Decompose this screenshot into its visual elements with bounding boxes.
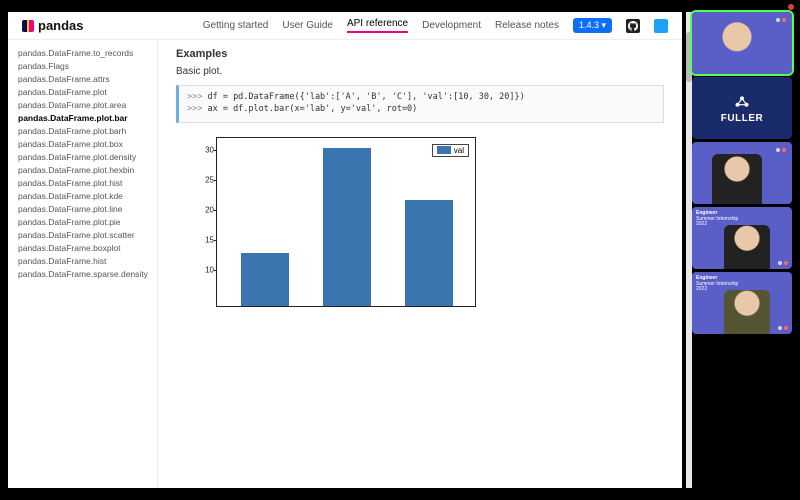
- top-nav: Getting started User Guide API reference…: [203, 18, 668, 33]
- sidebar-item[interactable]: pandas.DataFrame.attrs: [18, 72, 157, 85]
- video-call-panel: FULLER Engineer Summer Internship 2022 E…: [692, 12, 792, 488]
- legend-swatch: [437, 146, 451, 154]
- window-close-icon[interactable]: [788, 4, 794, 10]
- bar-A: [241, 253, 289, 306]
- chart-legend: val: [432, 144, 469, 157]
- pandas-logo[interactable]: pandas: [22, 18, 84, 33]
- avatar: [724, 290, 770, 334]
- avatar: [712, 154, 762, 204]
- pandas-logo-icon: [22, 20, 34, 32]
- sidebar-item[interactable]: pandas.DataFrame.plot.box: [18, 137, 157, 150]
- nav-development[interactable]: Development: [422, 20, 481, 31]
- code-block[interactable]: >>> df = pd.DataFrame({'lab':['A', 'B', …: [176, 85, 664, 123]
- section-heading: Examples: [176, 48, 664, 60]
- sidebar-item[interactable]: pandas.DataFrame.plot.scatter: [18, 228, 157, 241]
- bar-C: [405, 200, 453, 306]
- sidebar-item[interactable]: pandas.DataFrame.boxplot: [18, 241, 157, 254]
- sidebar-item-selected[interactable]: pandas.DataFrame.plot.bar: [18, 111, 157, 124]
- section-subtitle: Basic plot.: [176, 66, 664, 77]
- legend-label: val: [454, 146, 464, 155]
- sidebar-item[interactable]: pandas.DataFrame.plot.area: [18, 98, 157, 111]
- nav-user-guide[interactable]: User Guide: [282, 20, 333, 31]
- sidebar-item[interactable]: pandas.DataFrame.plot.line: [18, 202, 157, 215]
- nav-getting-started[interactable]: Getting started: [203, 20, 269, 31]
- sidebar-item[interactable]: pandas.DataFrame.plot.hist: [18, 176, 157, 189]
- participant-tile-logo[interactable]: FULLER: [692, 77, 792, 139]
- avatar: [724, 225, 770, 269]
- sidebar-item[interactable]: pandas.Flags: [18, 59, 157, 72]
- doc-body: pandas.DataFrame.to_records pandas.Flags…: [8, 40, 682, 488]
- version-dropdown[interactable]: 1.4.3 ▾: [573, 18, 612, 33]
- sidebar-item[interactable]: pandas.DataFrame.plot.hexbin: [18, 163, 157, 176]
- participant-tile[interactable]: [692, 142, 792, 204]
- bar-B: [323, 148, 371, 306]
- chart-container: val 30 25 20 15 10: [216, 137, 664, 307]
- brand-text: pandas: [38, 18, 84, 33]
- participant-tile[interactable]: Engineer Summer Internship 2022: [692, 207, 792, 269]
- api-sidebar: pandas.DataFrame.to_records pandas.Flags…: [8, 40, 158, 488]
- sidebar-item[interactable]: pandas.DataFrame.plot: [18, 85, 157, 98]
- participant-tile[interactable]: Engineer Summer Internship 2022: [692, 272, 792, 334]
- sidebar-item[interactable]: pandas.DataFrame.plot.density: [18, 150, 157, 163]
- browser-window: pandas Getting started User Guide API re…: [8, 12, 682, 488]
- github-icon[interactable]: [626, 19, 640, 33]
- sidebar-item[interactable]: pandas.DataFrame.to_records: [18, 46, 157, 59]
- logo-text: FULLER: [721, 113, 763, 124]
- participant-tile[interactable]: [692, 12, 792, 74]
- bar-chart: val 30 25 20 15 10: [216, 137, 476, 307]
- sidebar-item[interactable]: pandas.DataFrame.plot.pie: [18, 215, 157, 228]
- sidebar-item[interactable]: pandas.DataFrame.plot.kde: [18, 189, 157, 202]
- stage: pandas Getting started User Guide API re…: [0, 12, 800, 488]
- twitter-icon[interactable]: [654, 19, 668, 33]
- nav-api-reference[interactable]: API reference: [347, 18, 408, 33]
- doc-content: Examples Basic plot. >>> df = pd.DataFra…: [158, 40, 682, 488]
- sidebar-item[interactable]: pandas.DataFrame.hist: [18, 254, 157, 267]
- sidebar-item[interactable]: pandas.DataFrame.sparse.density: [18, 267, 157, 280]
- fuller-logo-icon: [733, 93, 751, 111]
- doc-header: pandas Getting started User Guide API re…: [8, 12, 682, 40]
- sidebar-item[interactable]: pandas.DataFrame.plot.barh: [18, 124, 157, 137]
- nav-release-notes[interactable]: Release notes: [495, 20, 559, 31]
